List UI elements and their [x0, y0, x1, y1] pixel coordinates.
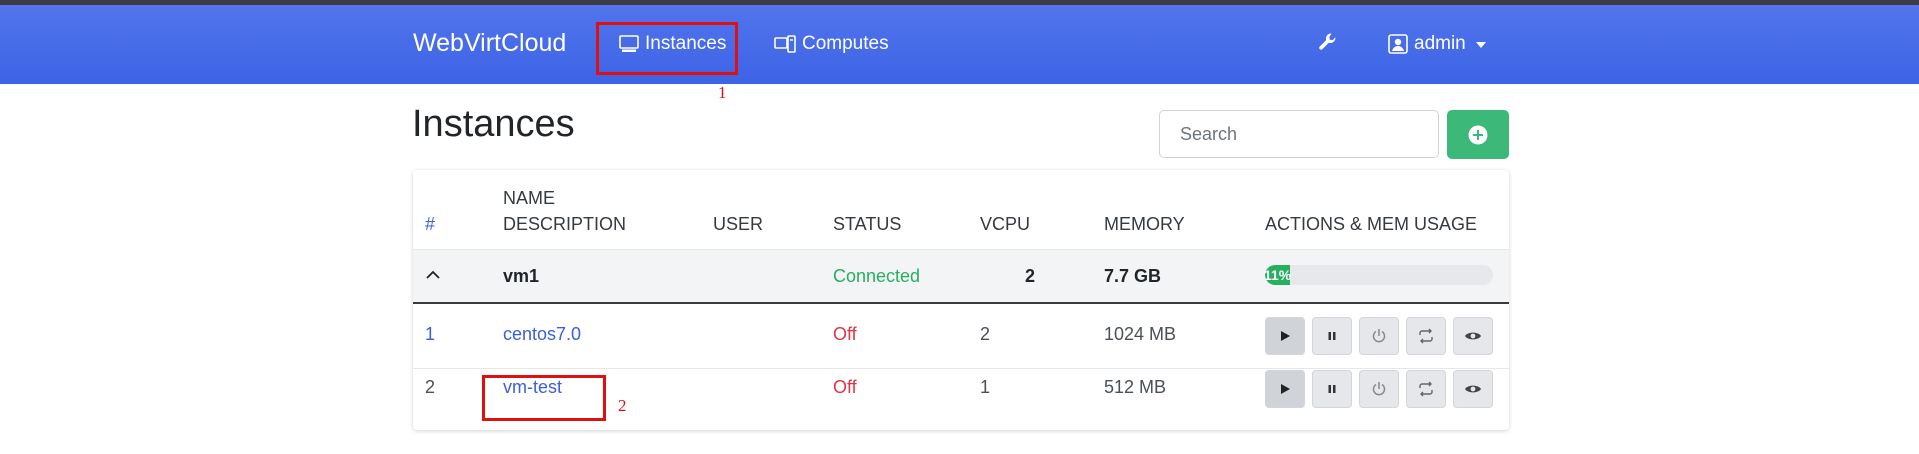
- header-memory: MEMORY: [1104, 214, 1185, 234]
- page-title: Instances: [412, 103, 575, 145]
- row-1-reboot-button[interactable]: [1406, 317, 1446, 355]
- user-icon: [1388, 34, 1408, 54]
- row-1-vcpu: 2: [980, 324, 991, 344]
- nav-computes-label: Computes: [802, 33, 889, 54]
- row-1-name-link[interactable]: centos7.0: [503, 324, 581, 345]
- pause-icon: [1328, 332, 1336, 340]
- row-1-memory: 1024 MB: [1104, 324, 1177, 344]
- user-menu[interactable]: admin: [1388, 33, 1486, 55]
- row-1-status: Off: [833, 324, 857, 344]
- annotation-box-1: [596, 22, 738, 75]
- row-separator: [413, 368, 1509, 369]
- chevron-up-icon[interactable]: [425, 269, 441, 281]
- refresh-icon: [1419, 328, 1433, 344]
- settings-button[interactable]: [1317, 31, 1339, 53]
- header-user: USER: [713, 214, 764, 234]
- play-icon: [1281, 384, 1290, 394]
- header-description: DESCRIPTION: [503, 214, 627, 234]
- eye-icon: [1465, 332, 1481, 340]
- chevron-down-icon: [1475, 42, 1486, 48]
- row-1-pause-button[interactable]: [1312, 317, 1352, 355]
- server-icon: [774, 35, 796, 53]
- group-vcpu: 2: [1025, 266, 1036, 286]
- group-name: vm1: [503, 266, 540, 286]
- annotation-label-2: 2: [618, 396, 627, 415]
- plus-circle-icon: [1468, 125, 1488, 144]
- eye-icon: [1465, 385, 1481, 393]
- row-2-start-button[interactable]: [1265, 370, 1305, 408]
- brand-link[interactable]: WebVirtCloud: [413, 29, 566, 58]
- annotation-box-2: [482, 375, 606, 421]
- navbar: WebVirtCloud Instances Computes admin: [0, 5, 1919, 84]
- power-icon: [1372, 329, 1386, 343]
- mem-usage-fill: 11%: [1265, 265, 1292, 285]
- row-2-pause-button[interactable]: [1312, 370, 1352, 408]
- header-actions: ACTIONS & MEM USAGE: [1265, 214, 1478, 234]
- header-vcpu: VCPU: [980, 214, 1031, 234]
- pause-icon: [1328, 385, 1336, 393]
- add-instance-button[interactable]: [1447, 110, 1509, 159]
- row-1-power-button[interactable]: [1359, 317, 1399, 355]
- row-1-num: 1: [425, 324, 436, 344]
- user-menu-label: admin: [1414, 33, 1466, 54]
- row-1-console-button[interactable]: [1453, 317, 1493, 355]
- row-2-memory: 512 MB: [1104, 377, 1167, 397]
- group-status: Connected: [833, 266, 921, 286]
- row-2-power-button[interactable]: [1359, 370, 1399, 408]
- header-num: #: [425, 214, 436, 234]
- row-2-console-button[interactable]: [1453, 370, 1493, 408]
- group-memory: 7.7 GB: [1104, 266, 1162, 286]
- wrench-icon: [1319, 33, 1336, 50]
- header-status: STATUS: [833, 214, 902, 234]
- row-2-status: Off: [833, 377, 857, 397]
- row-2-num: 2: [425, 377, 436, 397]
- row-1-start-button[interactable]: [1265, 317, 1305, 355]
- power-icon: [1372, 382, 1386, 396]
- row-2-vcpu: 1: [980, 377, 991, 397]
- row-2-reboot-button[interactable]: [1406, 370, 1446, 408]
- header-name: NAME: [503, 188, 556, 208]
- play-icon: [1281, 331, 1290, 341]
- refresh-icon: [1419, 381, 1433, 397]
- nav-computes[interactable]: Computes: [774, 33, 889, 55]
- compute-group-row[interactable]: vm1 Connected 2 7.7 GB 11%: [413, 249, 1509, 304]
- annotation-label-1: 1: [718, 83, 727, 102]
- search-input[interactable]: [1159, 110, 1439, 158]
- mem-usage-bar: 11%: [1265, 265, 1493, 285]
